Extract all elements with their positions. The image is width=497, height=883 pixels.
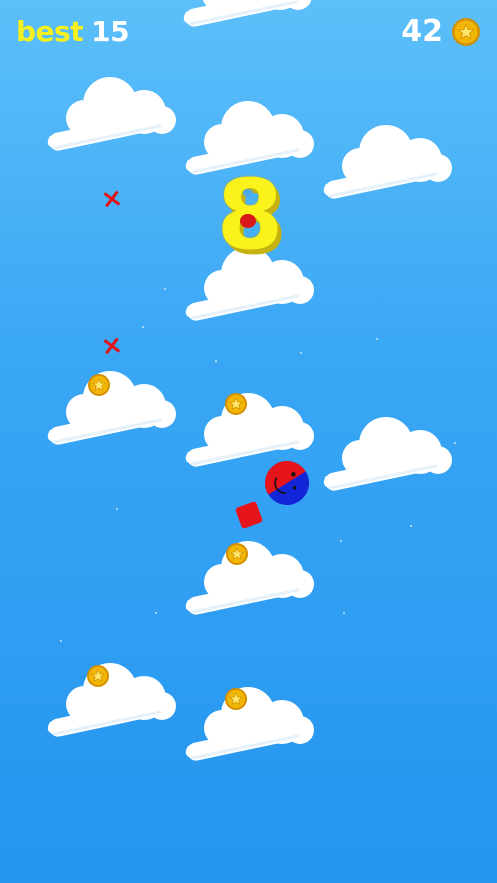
sparkle <box>454 442 456 444</box>
star-coin-icon <box>86 664 110 688</box>
cloud-platform <box>321 415 454 494</box>
sparkle <box>60 640 62 642</box>
score-eye-bottom <box>240 214 256 228</box>
cloud-platform <box>45 661 178 740</box>
sparkle <box>410 525 412 527</box>
sparkle <box>215 360 217 362</box>
score-eye-top <box>243 189 253 197</box>
star-coin-icon <box>87 373 111 397</box>
red-blue-ball-player <box>265 461 309 505</box>
sparkle <box>343 612 345 614</box>
star-coin-icon <box>224 392 248 416</box>
sparkle <box>376 338 378 340</box>
sparkle <box>142 326 144 328</box>
cloud-platform <box>321 123 454 202</box>
sparkle <box>340 540 342 542</box>
cloud-platform <box>45 75 178 154</box>
cloud-platform <box>183 685 316 764</box>
cloud-platform <box>183 391 316 470</box>
sparkle <box>300 352 302 354</box>
star-coin-icon <box>225 542 249 566</box>
sparkle <box>116 508 118 510</box>
sparkle <box>164 288 166 290</box>
cloud-platform <box>183 539 316 618</box>
game-scene[interactable]: best 15 42 × × <box>0 0 497 883</box>
red-x-marker-icon: × <box>99 182 125 216</box>
cloud-platform <box>45 369 178 448</box>
cloud-platform <box>181 0 314 30</box>
game-world <box>45 0 454 764</box>
red-x-marker-icon: × <box>99 329 125 363</box>
star-coin-icon <box>224 687 248 711</box>
sparkle <box>155 612 157 614</box>
red-square-obstacle <box>235 501 263 529</box>
